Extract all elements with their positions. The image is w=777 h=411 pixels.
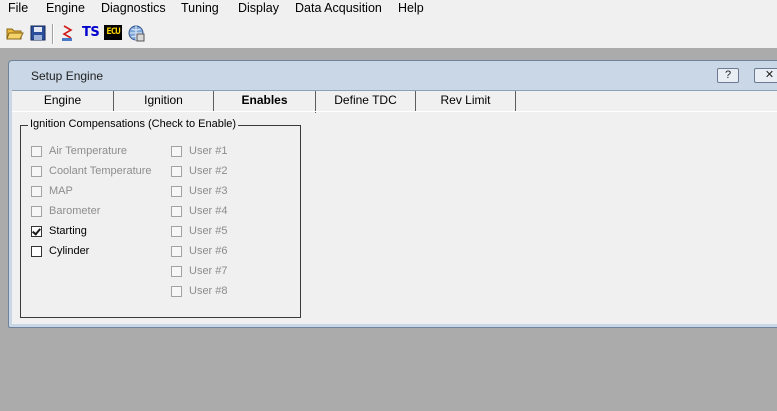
checkbox-label: User #4 [189,205,228,217]
tab-enables[interactable]: Enables [214,91,316,113]
checkbox-user-4[interactable]: User #4 [171,204,228,218]
save-disk-icon[interactable] [29,24,47,42]
tab-underline [12,111,777,112]
checkbox-label: User #6 [189,245,228,257]
menu-bar: File Engine Diagnostics Tuning Display D… [0,0,777,18]
group-title: Ignition Compensations (Check to Enable) [28,118,239,130]
checkbox-label: Air Temperature [49,145,128,157]
checkbox-barometer[interactable]: Barometer [31,204,100,218]
globe-settings-icon[interactable] [127,24,145,42]
checkbox-label: User #5 [189,225,228,237]
window-title: Setup Engine [31,69,104,83]
checkbox-label: User #7 [189,265,228,277]
checkbox-starting[interactable]: Starting [31,224,87,238]
checkbox-user-3[interactable]: User #3 [171,184,228,198]
ts-logo-icon[interactable]: TS [82,24,100,42]
checkbox-user-6[interactable]: User #6 [171,244,228,258]
menu-engine[interactable]: Engine [46,0,85,18]
checkbox-cylinder[interactable]: Cylinder [31,244,89,258]
checkbox-box[interactable] [171,205,182,217]
checkbox-coolant-temperature[interactable]: Coolant Temperature [31,164,152,178]
checkbox-box[interactable] [31,205,42,217]
checkbox-label: Barometer [49,205,101,217]
checkbox-label: Coolant Temperature [49,165,152,177]
tab-strip: Engine Ignition Enables Define TDC Rev L… [12,91,777,113]
checkbox-box[interactable] [171,165,182,177]
checkbox-box[interactable] [31,165,42,177]
checkbox-label: Cylinder [49,245,90,257]
checkbox-user-2[interactable]: User #2 [171,164,228,178]
checkbox-user-8[interactable]: User #8 [171,284,228,298]
menu-tuning[interactable]: Tuning [181,0,219,18]
toolbar-separator [52,24,53,44]
checkbox-box[interactable] [171,265,182,277]
checkbox-label: MAP [49,185,73,197]
tab-define-tdc[interactable]: Define TDC [316,91,416,111]
ecu-icon[interactable]: ECU [104,25,122,40]
checkbox-user-5[interactable]: User #5 [171,224,228,238]
checkbox-air-temperature[interactable]: Air Temperature [31,144,127,158]
open-folder-icon[interactable] [6,24,24,42]
log-zigzag-icon[interactable] [59,24,77,42]
menu-help[interactable]: Help [398,0,424,18]
ignition-compensations-group: Ignition Compensations (Check to Enable)… [20,118,301,318]
checkbox-user-1[interactable]: User #1 [171,144,228,158]
menu-data-acquisition[interactable]: Data Acqusition [295,0,382,18]
checkbox-box[interactable] [171,285,182,297]
checkbox-label: User #1 [189,145,228,157]
checkbox-user-7[interactable]: User #7 [171,264,228,278]
help-button[interactable]: ? [717,68,739,83]
checkbox-box[interactable] [31,245,42,257]
toolbar: TS ECU [0,18,777,48]
close-button[interactable]: ✕ [754,68,777,83]
menu-diagnostics[interactable]: Diagnostics [101,0,166,18]
checkbox-map[interactable]: MAP [31,184,73,198]
tab-ignition[interactable]: Ignition [114,91,214,111]
checkbox-box-checked[interactable] [31,225,42,237]
checkbox-label: User #2 [189,165,228,177]
checkbox-label: Starting [49,225,87,237]
checkbox-label: User #8 [189,285,228,297]
checkbox-label: User #3 [189,185,228,197]
checkbox-box[interactable] [31,185,42,197]
tab-engine[interactable]: Engine [12,91,114,111]
checkbox-box[interactable] [31,145,42,157]
checkbox-box[interactable] [171,145,182,157]
menu-display[interactable]: Display [238,0,279,18]
checkbox-box[interactable] [171,225,182,237]
checkbox-box[interactable] [171,185,182,197]
tab-rev-limit[interactable]: Rev Limit [416,91,516,111]
checkbox-box[interactable] [171,245,182,257]
menu-file[interactable]: File [8,0,28,18]
